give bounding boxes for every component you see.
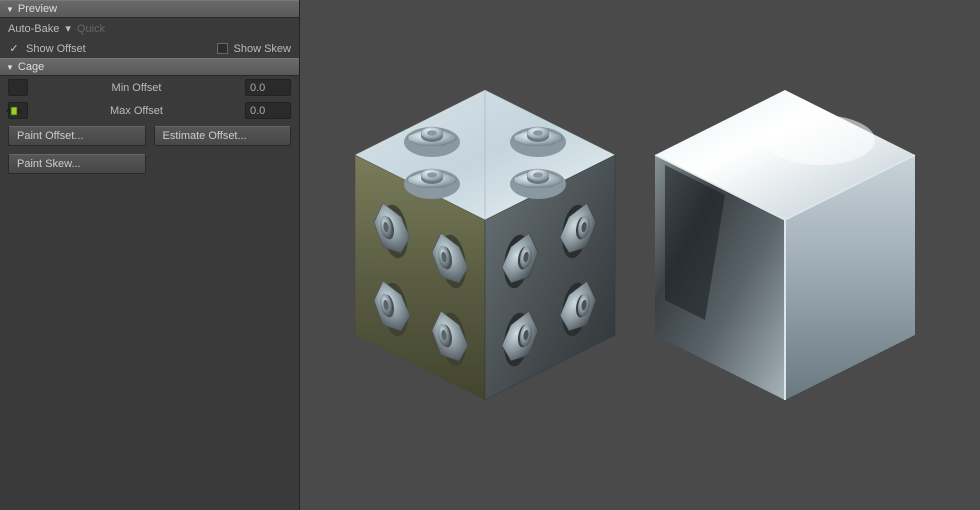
3d-viewport[interactable] [300,0,980,510]
quick-label: Quick [77,23,105,35]
show-options-row: ✓ Show Offset Show Skew [0,39,299,58]
preview-section-header[interactable]: ▼ Preview [0,0,299,18]
max-offset-value-input[interactable] [245,102,291,119]
estimate-offset-button[interactable]: Estimate Offset... [154,126,292,146]
cage-title: Cage [18,61,44,73]
autobake-label[interactable]: Auto-Bake [8,23,59,35]
show-skew-checkbox[interactable] [217,43,228,54]
show-offset-label[interactable]: Show Offset [26,43,86,55]
autobake-row: Auto-Bake ▾ Quick [0,18,299,39]
max-offset-slider[interactable] [8,102,28,119]
show-offset-checkbox[interactable]: ✓ [8,42,20,55]
max-offset-row: Max Offset [0,99,299,122]
paint-offset-button[interactable]: Paint Offset... [8,126,146,146]
viewport-render [300,0,980,510]
disclosure-icon: ▼ [6,5,14,14]
cube-with-bolts [355,90,615,400]
cage-section-header[interactable]: ▼ Cage [0,58,299,76]
disclosure-icon: ▼ [6,63,14,72]
offset-buttons-row: Paint Offset... Estimate Offset... [0,122,299,150]
min-offset-row: Min Offset [0,76,299,99]
dropdown-icon[interactable]: ▾ [65,22,71,35]
max-offset-label: Max Offset [28,105,245,117]
show-skew-label[interactable]: Show Skew [234,43,291,55]
min-offset-label: Min Offset [28,82,245,94]
preview-title: Preview [18,3,57,15]
min-offset-slider[interactable] [8,79,28,96]
properties-panel: ▼ Preview Auto-Bake ▾ Quick ✓ Show Offse… [0,0,300,510]
cube-smooth [655,90,915,400]
paint-skew-button[interactable]: Paint Skew... [8,154,146,174]
skew-buttons-row: Paint Skew... [0,150,299,178]
min-offset-value-input[interactable] [245,79,291,96]
